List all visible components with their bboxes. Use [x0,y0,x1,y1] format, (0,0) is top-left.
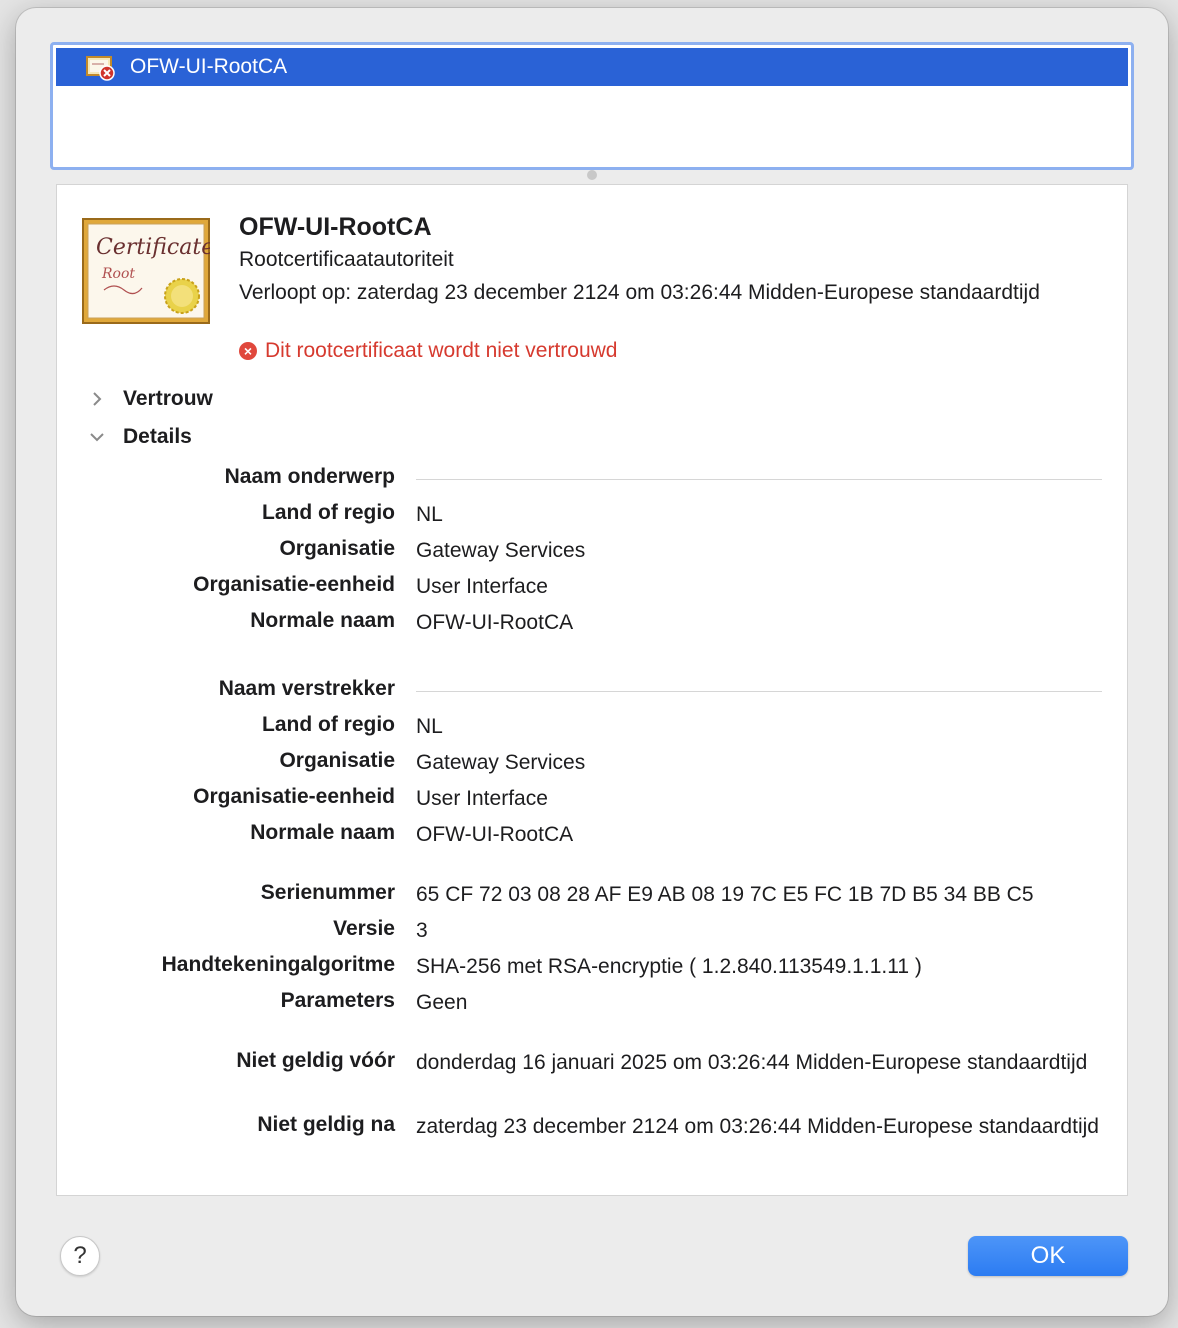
field-label: Niet geldig vóór [236,1049,395,1072]
field-label: Organisatie-eenheid [193,785,395,808]
field-value: 3 [416,919,428,942]
splitter-handle[interactable] [587,170,597,180]
svg-text:Certificate: Certificate [96,235,210,260]
section-trust[interactable]: Vertrouw [87,387,213,411]
section-trust-label: Vertrouw [123,387,213,410]
certificate-title: OFW-UI-RootCA [239,213,432,241]
field-label: Organisatie [279,537,395,560]
field-value: Geen [416,991,468,1014]
certificate-list-item-label: OFW-UI-RootCA [130,55,288,78]
trust-warning: × Dit rootcertificaat wordt niet vertrou… [239,339,617,363]
trust-warning-text: Dit rootcertificaat wordt niet vertrouwd [265,339,618,362]
field-label: Versie [333,917,395,940]
svg-text:Root: Root [101,266,135,282]
field-value: User Interface [416,787,548,810]
field-value: NL [416,503,443,526]
divider [416,479,1102,480]
certificate-list[interactable]: OFW-UI-RootCA [50,42,1134,170]
field-value: zaterdag 23 december 2124 om 03:26:44 Mi… [416,1115,1099,1138]
field-label: Serienummer [260,881,395,904]
field-value: User Interface [416,575,548,598]
field-label: Niet geldig na [257,1113,395,1136]
certificate-root-icon: Certificate Root [82,218,214,324]
certificate-error-icon [86,55,116,81]
field-label: Normale naam [250,609,395,632]
field-value: Gateway Services [416,539,586,562]
subject-heading: Naam onderwerp [224,465,395,488]
field-value: OFW-UI-RootCA [416,611,574,634]
error-icon: × [239,342,257,360]
field-label: Parameters [280,989,395,1012]
certificate-kind: Rootcertificaatautoriteit [239,248,454,271]
field-label: Land of regio [262,713,395,736]
divider [416,691,1102,692]
issuer-heading: Naam verstrekker [218,677,395,700]
field-value: 65 CF 72 03 08 28 AF E9 AB 08 19 7C E5 F… [416,883,1034,906]
field-value: OFW-UI-RootCA [416,823,574,846]
field-value: SHA-256 met RSA-encryptie ( 1.2.840.1135… [416,955,922,978]
certificate-list-item[interactable]: OFW-UI-RootCA [56,48,1128,86]
field-label: Land of regio [262,501,395,524]
field-label: Organisatie-eenheid [193,573,395,596]
field-value: Gateway Services [416,751,586,774]
section-details[interactable]: Details [87,425,192,449]
field-label: Handtekeningalgoritme [161,953,395,976]
field-label: Normale naam [250,821,395,844]
certificate-details-pane: Certificate Root OFW-UI-RootCA Rootcerti… [56,184,1128,1196]
certificate-expiry: Verloopt op: zaterdag 23 december 2124 o… [239,281,1040,304]
chevron-down-icon[interactable] [87,427,107,447]
certificate-dialog: OFW-UI-RootCA Certificate Root OFW-UI-Ro… [16,8,1168,1316]
field-label: Organisatie [279,749,395,772]
ok-button[interactable]: OK [968,1236,1128,1276]
section-details-label: Details [123,425,192,448]
field-value: donderdag 16 januari 2025 om 03:26:44 Mi… [416,1051,1088,1074]
chevron-right-icon[interactable] [87,389,107,409]
help-button[interactable]: ? [60,1236,100,1276]
field-value: NL [416,715,443,738]
